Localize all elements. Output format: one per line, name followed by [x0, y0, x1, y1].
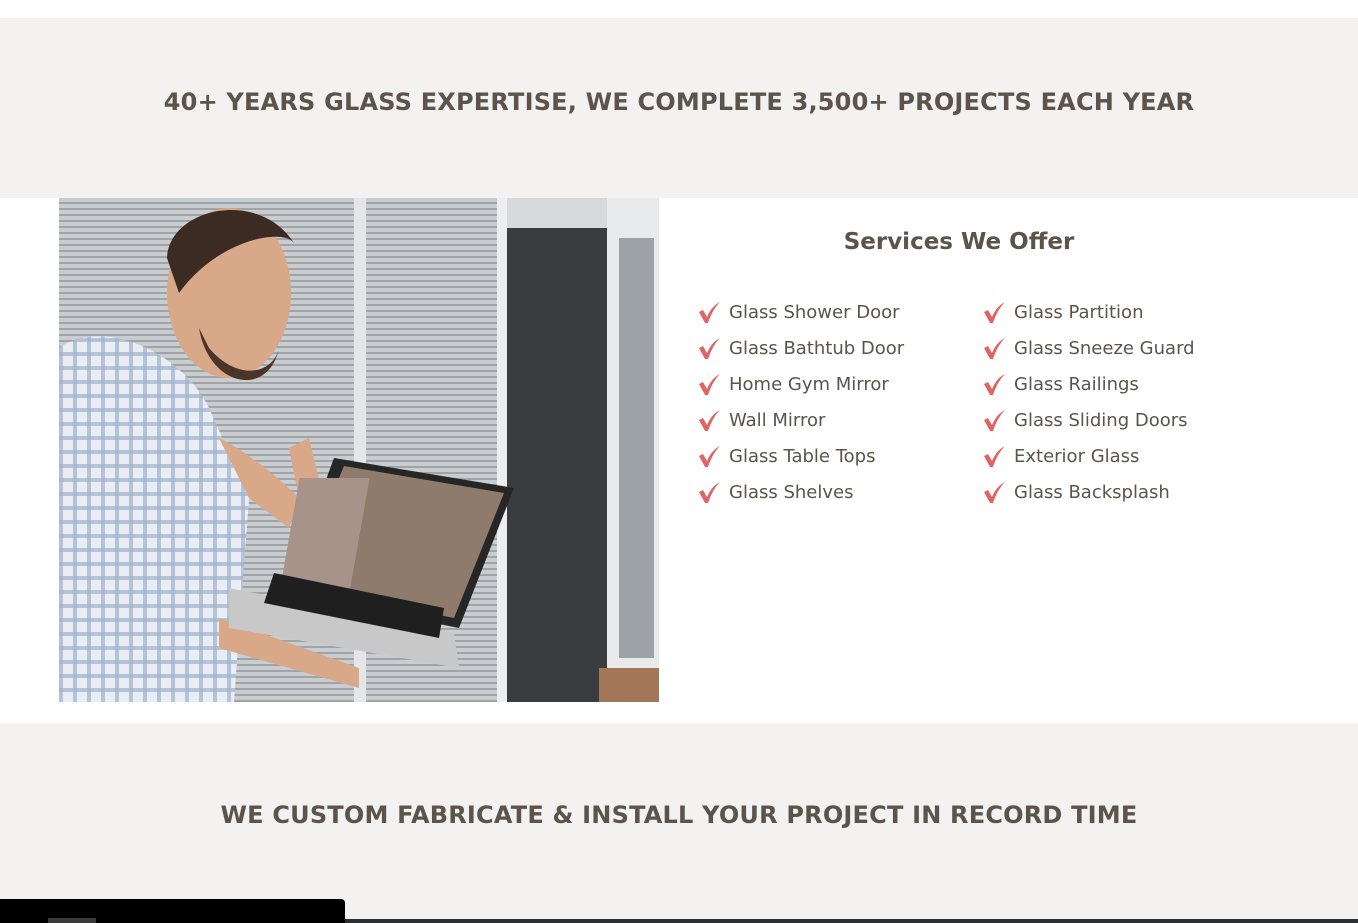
- service-item: Exterior Glass: [982, 438, 1195, 474]
- service-item-label: Glass Bathtub Door: [729, 337, 905, 359]
- video-player-bar[interactable]: [0, 899, 345, 923]
- video-strip: [345, 919, 1358, 923]
- service-item: Glass Shelves: [697, 474, 904, 510]
- checkmark-icon: [699, 482, 720, 503]
- checkmark-icon: [984, 446, 1005, 467]
- services-section: Services We Offer Glass Shower Door Glass…: [659, 198, 1259, 702]
- checkmark-icon: [699, 410, 720, 431]
- service-item-label: Glass Sliding Doors: [1014, 409, 1188, 431]
- fabrication-banner: WE CUSTOM FABRICATE & INSTALL YOUR PROJE…: [0, 723, 1358, 923]
- service-item-label: Glass Partition: [1014, 301, 1144, 323]
- fabrication-heading: WE CUSTOM FABRICATE & INSTALL YOUR PROJE…: [220, 801, 1138, 829]
- checkmark-icon: [984, 482, 1005, 503]
- checkmark-icon: [699, 374, 720, 395]
- service-item: Home Gym Mirror: [697, 366, 904, 402]
- service-item: Glass Sneeze Guard: [982, 330, 1195, 366]
- checkmark-icon: [984, 410, 1005, 431]
- service-item: Wall Mirror: [697, 402, 904, 438]
- service-item: Glass Partition: [982, 294, 1195, 330]
- service-item-label: Glass Shower Door: [729, 301, 900, 323]
- checkmark-icon: [984, 374, 1005, 395]
- service-item-label: Glass Table Tops: [729, 445, 876, 467]
- service-item: Glass Sliding Doors: [982, 402, 1195, 438]
- services-list-right: Glass Partition Glass Sneeze Guard Glass R…: [982, 294, 1195, 510]
- expertise-heading: 40+ YEARS GLASS EXPERTISE, WE COMPLETE 3…: [163, 88, 1195, 116]
- man-with-laptop-photo: [59, 198, 659, 702]
- checkmark-icon: [984, 302, 1005, 323]
- page: 40+ YEARS GLASS EXPERTISE, WE COMPLETE 3…: [0, 0, 1358, 923]
- service-item-label: Home Gym Mirror: [729, 373, 889, 395]
- service-item-label: Wall Mirror: [729, 409, 826, 431]
- expertise-banner: 40+ YEARS GLASS EXPERTISE, WE COMPLETE 3…: [0, 18, 1358, 198]
- service-item-label: Glass Railings: [1014, 373, 1139, 395]
- service-item: Glass Railings: [982, 366, 1195, 402]
- checkmark-icon: [699, 446, 720, 467]
- video-progress-thumb[interactable]: [48, 918, 96, 923]
- checkmark-icon: [699, 302, 720, 323]
- checkmark-icon: [699, 338, 720, 359]
- photo-illustration: [59, 198, 659, 702]
- service-item: Glass Bathtub Door: [697, 330, 904, 366]
- service-item-label: Glass Shelves: [729, 481, 854, 503]
- service-item-label: Exterior Glass: [1014, 445, 1140, 467]
- service-item-label: Glass Sneeze Guard: [1014, 337, 1195, 359]
- checkmark-icon: [984, 338, 1005, 359]
- service-item: Glass Table Tops: [697, 438, 904, 474]
- services-title: Services We Offer: [843, 229, 1075, 255]
- service-item-label: Glass Backsplash: [1014, 481, 1170, 503]
- service-item: Glass Shower Door: [697, 294, 904, 330]
- services-list-left: Glass Shower Door Glass Bathtub Door Home …: [697, 294, 904, 510]
- service-item: Glass Backsplash: [982, 474, 1195, 510]
